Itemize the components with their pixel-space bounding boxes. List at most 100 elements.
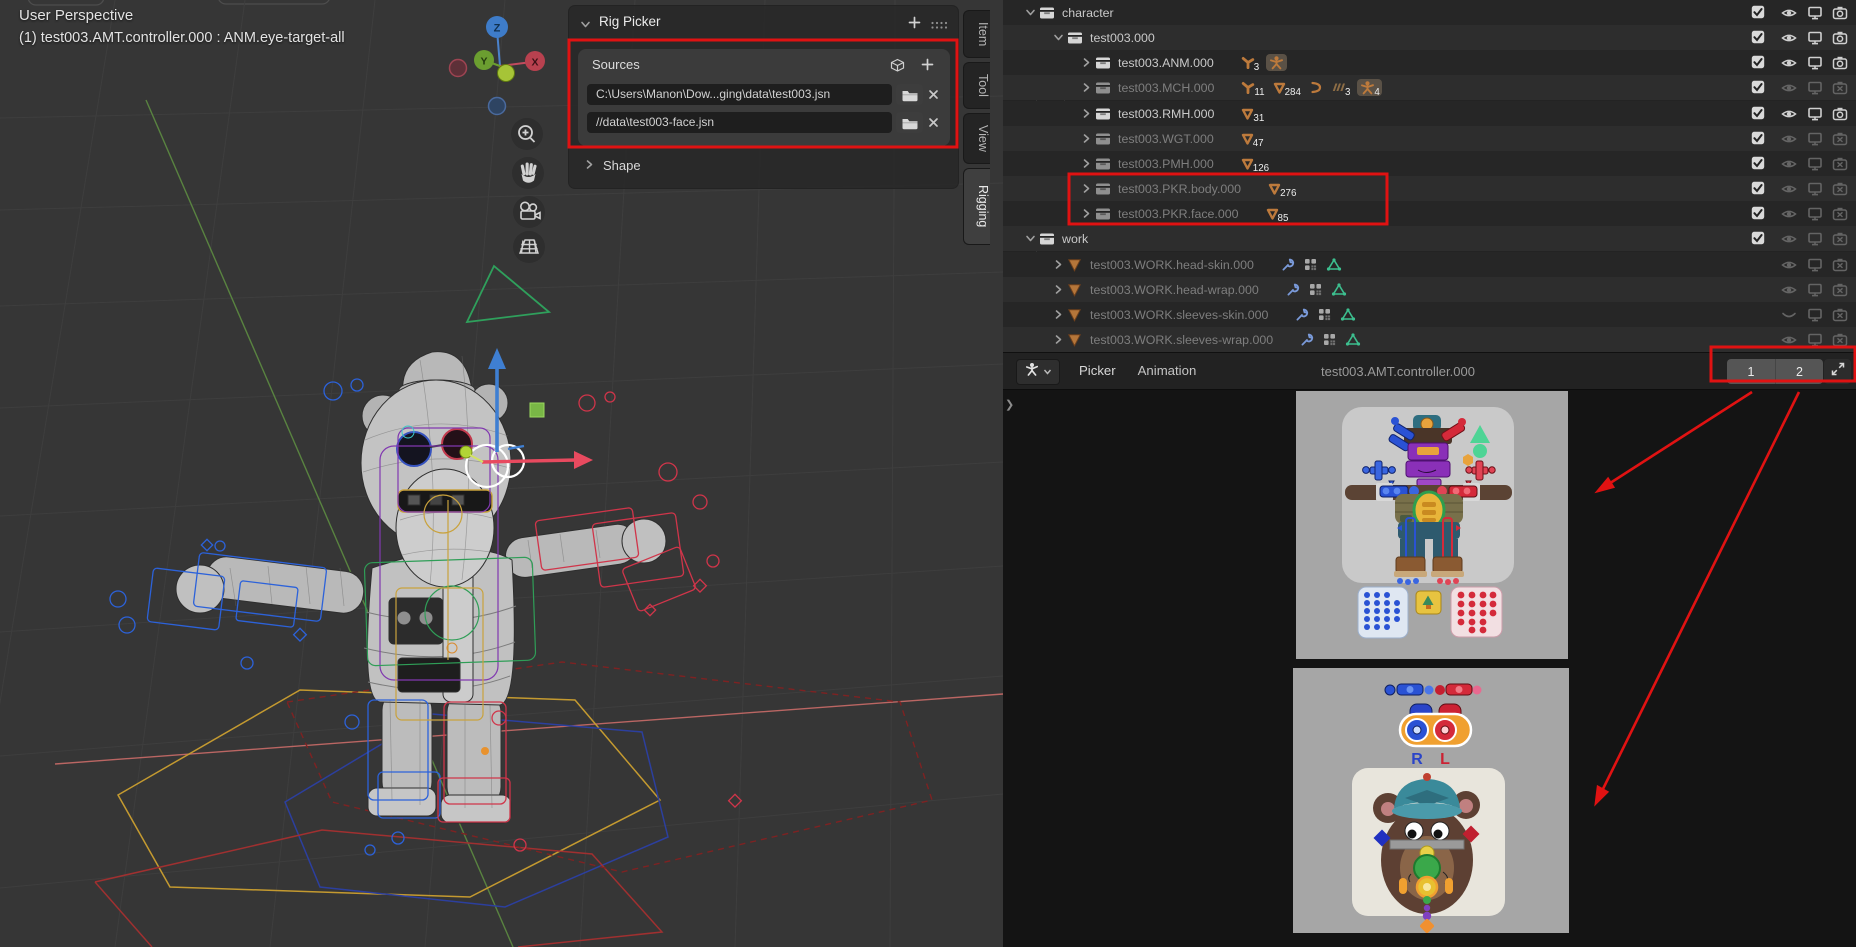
disable-render-icon[interactable]: [1832, 332, 1848, 352]
picker-tab-picker[interactable]: Picker: [1079, 363, 1116, 378]
disable-viewport-icon[interactable]: [1807, 106, 1823, 126]
chevron-right-icon[interactable]: [1077, 183, 1095, 194]
outliner-editor[interactable]: charactertest003.000test003.ANM.0003test…: [1003, 0, 1856, 352]
chevron-down-icon[interactable]: [1049, 32, 1067, 43]
outliner-row-test003.WORK.sleeves-skin.000[interactable]: test003.WORK.sleeves-skin.000: [1003, 302, 1856, 327]
gizmo-x-neg-axis[interactable]: [450, 60, 467, 77]
outliner-row-test003.000[interactable]: test003.000: [1003, 25, 1856, 50]
disable-viewport-icon[interactable]: [1807, 5, 1823, 25]
hide-eye-icon[interactable]: [1781, 107, 1797, 126]
chevron-right-icon[interactable]: [1077, 158, 1095, 169]
sidebar-tab-view[interactable]: View: [963, 113, 990, 164]
hide-eye-icon[interactable]: [1781, 132, 1797, 151]
disable-render-icon[interactable]: [1832, 55, 1848, 75]
exclude-checkbox[interactable]: [1751, 231, 1765, 250]
hide-eye-icon[interactable]: [1781, 308, 1797, 327]
rig-picker-panel-header[interactable]: Rig Picker: [569, 6, 958, 39]
exclude-checkbox[interactable]: [1751, 206, 1765, 225]
hide-eye-icon[interactable]: [1781, 232, 1797, 251]
chevron-right-icon[interactable]: [1049, 334, 1067, 345]
fullscreen-button[interactable]: [1824, 359, 1851, 384]
disable-viewport-icon[interactable]: [1807, 80, 1823, 100]
add-icon[interactable]: [907, 15, 922, 35]
disable-viewport-icon[interactable]: [1807, 30, 1823, 50]
source-path-input[interactable]: C:\Users\Manon\Dow...ging\data\test003.j…: [587, 84, 892, 105]
viewport-nav-buttons[interactable]: [503, 112, 555, 267]
hide-eye-icon[interactable]: [1781, 56, 1797, 75]
chevron-down-icon[interactable]: [1021, 233, 1039, 244]
sidebar-tab-item[interactable]: Item: [963, 10, 990, 58]
remove-source-icon[interactable]: [923, 88, 943, 101]
folder-icon[interactable]: [896, 112, 923, 133]
exclude-checkbox[interactable]: [1751, 80, 1765, 99]
disable-render-icon[interactable]: [1832, 257, 1848, 277]
disable-viewport-icon[interactable]: [1807, 332, 1823, 352]
disable-render-icon[interactable]: [1832, 206, 1848, 226]
disable-viewport-icon[interactable]: [1807, 307, 1823, 327]
add-source-icon[interactable]: [920, 57, 935, 77]
region-expand-icon[interactable]: ❯: [1005, 398, 1014, 411]
outliner-row-test003.WGT.000[interactable]: test003.WGT.00047: [1003, 126, 1856, 151]
disable-viewport-icon[interactable]: [1807, 257, 1823, 277]
source-path-input[interactable]: //data\test003-face.jsn: [587, 112, 892, 133]
hide-eye-icon[interactable]: [1781, 283, 1797, 302]
outliner-row-test003.WORK.head-skin.000[interactable]: test003.WORK.head-skin.000: [1003, 252, 1856, 277]
chevron-right-icon[interactable]: [1049, 309, 1067, 320]
eye-target-left-label[interactable]: L: [1440, 751, 1450, 768]
outliner-row-test003.PKR.body.000[interactable]: test003.PKR.body.000276: [1003, 176, 1856, 201]
disable-viewport-icon[interactable]: [1807, 181, 1823, 201]
outliner-row-character[interactable]: character: [1003, 0, 1856, 25]
shape-panel-header[interactable]: Shape: [584, 158, 641, 173]
folder-icon[interactable]: [896, 84, 923, 105]
hide-eye-icon[interactable]: [1781, 182, 1797, 201]
chevron-right-icon[interactable]: [1049, 259, 1067, 270]
zoom-icon[interactable]: [511, 118, 543, 150]
eye-target-right-label[interactable]: R: [1411, 751, 1423, 768]
exclude-checkbox[interactable]: [1751, 131, 1765, 150]
disable-viewport-icon[interactable]: [1807, 131, 1823, 151]
navigation-gizmo[interactable]: Z Y X: [440, 8, 555, 120]
exclude-checkbox[interactable]: [1751, 30, 1765, 49]
hide-eye-icon[interactable]: [1781, 207, 1797, 226]
disable-viewport-icon[interactable]: [1807, 206, 1823, 226]
outliner-row-test003.RMH.000[interactable]: test003.RMH.00031: [1003, 101, 1856, 126]
disable-render-icon[interactable]: [1832, 181, 1848, 201]
exclude-checkbox[interactable]: [1751, 5, 1765, 24]
3d-viewport[interactable]: User Perspective (1) test003.AMT.control…: [0, 0, 1003, 947]
exclude-checkbox[interactable]: [1751, 55, 1765, 74]
hide-eye-icon[interactable]: [1781, 258, 1797, 277]
disable-render-icon[interactable]: [1832, 307, 1848, 327]
disable-render-icon[interactable]: [1832, 156, 1848, 176]
hide-eye-icon[interactable]: [1781, 6, 1797, 25]
outliner-row-test003.MCH.000[interactable]: test003.MCH.0001128434: [1003, 75, 1856, 100]
sidebar-tab-tool[interactable]: Tool: [963, 62, 990, 109]
picker-page-button-2[interactable]: 2: [1775, 359, 1823, 384]
picker-thumbnail-face[interactable]: R L: [1293, 668, 1569, 933]
sidebar-tab-rigging[interactable]: Rigging: [963, 168, 990, 244]
disable-viewport-icon[interactable]: [1807, 231, 1823, 251]
disable-render-icon[interactable]: [1832, 30, 1848, 50]
exclude-checkbox[interactable]: [1751, 106, 1765, 125]
outliner-row-test003.WORK.head-wrap.000[interactable]: test003.WORK.head-wrap.000: [1003, 277, 1856, 302]
disable-viewport-icon[interactable]: [1807, 282, 1823, 302]
presets-box-icon[interactable]: [889, 57, 906, 78]
grip-icon[interactable]: [930, 18, 948, 36]
chevron-right-icon[interactable]: [1077, 108, 1095, 119]
hide-eye-icon[interactable]: [1781, 157, 1797, 176]
outliner-row-test003.ANM.000[interactable]: test003.ANM.0003: [1003, 50, 1856, 75]
remove-source-icon[interactable]: [923, 116, 943, 129]
hide-eye-icon[interactable]: [1781, 333, 1797, 352]
picker-thumbnail-body[interactable]: [1296, 391, 1568, 659]
exclude-checkbox[interactable]: [1751, 181, 1765, 200]
editor-type-dropdown[interactable]: [1016, 359, 1060, 385]
disable-render-icon[interactable]: [1832, 231, 1848, 251]
chevron-right-icon[interactable]: [1077, 82, 1095, 93]
disable-viewport-icon[interactable]: [1807, 156, 1823, 176]
outliner-row-test003.WORK.sleeves-wrap.000[interactable]: test003.WORK.sleeves-wrap.000: [1003, 327, 1856, 352]
disable-render-icon[interactable]: [1832, 282, 1848, 302]
hide-eye-icon[interactable]: [1781, 31, 1797, 50]
chevron-down-icon[interactable]: [1021, 7, 1039, 18]
outliner-row-test003.PKR.face.000[interactable]: test003.PKR.face.00085: [1003, 201, 1856, 226]
chevron-right-icon[interactable]: [1077, 133, 1095, 144]
gizmo-y-neg-axis[interactable]: [498, 65, 515, 82]
